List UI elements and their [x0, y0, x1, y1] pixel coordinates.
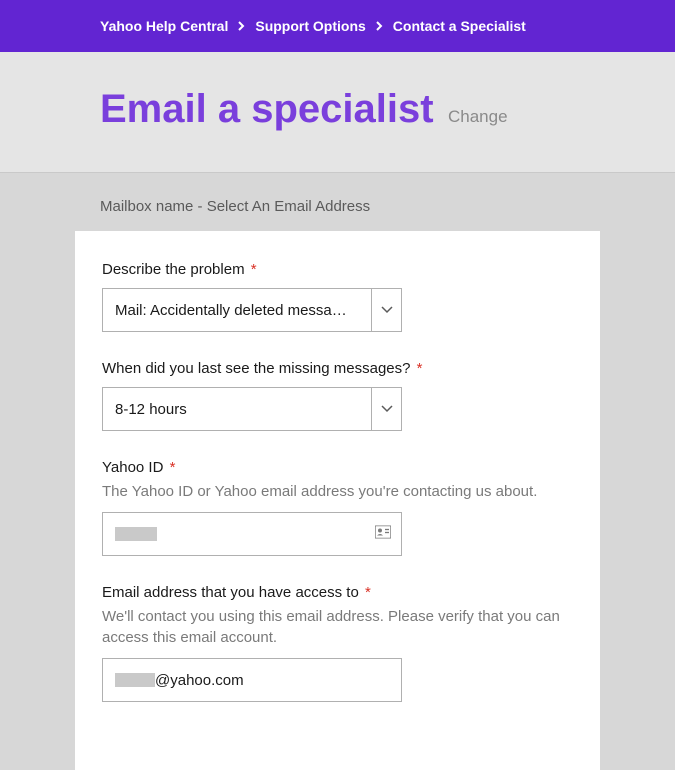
- lastseen-label-text: When did you last see the missing messag…: [102, 360, 411, 377]
- lastseen-select[interactable]: 8-12 hours: [102, 387, 402, 431]
- yahooid-label-text: Yahoo ID: [102, 459, 163, 476]
- form-group-email: Email address that you have access to * …: [102, 584, 573, 702]
- chevron-right-icon: [376, 18, 383, 34]
- form-group-problem: Describe the problem * Mail: Accidentall…: [102, 261, 573, 332]
- yahooid-help: The Yahoo ID or Yahoo email address you'…: [102, 481, 573, 502]
- breadcrumb-item-contact-specialist[interactable]: Contact a Specialist: [393, 18, 526, 34]
- header-section: Email a specialist Change: [0, 52, 675, 173]
- page-title: Email a specialist: [100, 87, 434, 131]
- required-asterisk: *: [417, 360, 423, 377]
- required-asterisk: *: [170, 459, 176, 476]
- mailbox-name-label: Mailbox name - Select An Email Address: [100, 198, 370, 215]
- problem-label-text: Describe the problem: [102, 261, 245, 278]
- redacted-value: [115, 527, 157, 541]
- required-asterisk: *: [251, 261, 257, 278]
- chevron-down-icon: [371, 388, 401, 430]
- chevron-down-icon: [371, 289, 401, 331]
- subheader: Mailbox name - Select An Email Address: [0, 173, 675, 231]
- email-input[interactable]: @yahoo.com: [102, 658, 402, 702]
- contact-card-icon: [375, 526, 391, 543]
- problem-select-value: Mail: Accidentally deleted messa…: [103, 289, 371, 331]
- yahooid-label: Yahoo ID *: [102, 459, 573, 476]
- change-link[interactable]: Change: [448, 107, 508, 126]
- yahooid-input[interactable]: [102, 512, 402, 556]
- email-label-text: Email address that you have access to: [102, 584, 359, 601]
- email-domain-text: @yahoo.com: [155, 672, 244, 689]
- form-group-lastseen: When did you last see the missing messag…: [102, 360, 573, 431]
- problem-select[interactable]: Mail: Accidentally deleted messa…: [102, 288, 402, 332]
- email-label: Email address that you have access to *: [102, 584, 573, 601]
- breadcrumb-item-support-options[interactable]: Support Options: [255, 18, 365, 34]
- email-help: We'll contact you using this email addre…: [102, 606, 573, 648]
- required-asterisk: *: [365, 584, 371, 601]
- form-group-yahooid: Yahoo ID * The Yahoo ID or Yahoo email a…: [102, 459, 573, 556]
- lastseen-label: When did you last see the missing messag…: [102, 360, 573, 377]
- form-card: Describe the problem * Mail: Accidentall…: [75, 231, 600, 770]
- breadcrumb: Yahoo Help Central Support Options Conta…: [0, 0, 675, 52]
- lastseen-select-value: 8-12 hours: [103, 388, 371, 430]
- problem-label: Describe the problem *: [102, 261, 573, 278]
- breadcrumb-item-help-central[interactable]: Yahoo Help Central: [100, 18, 228, 34]
- redacted-value: [115, 673, 155, 687]
- chevron-right-icon: [238, 18, 245, 34]
